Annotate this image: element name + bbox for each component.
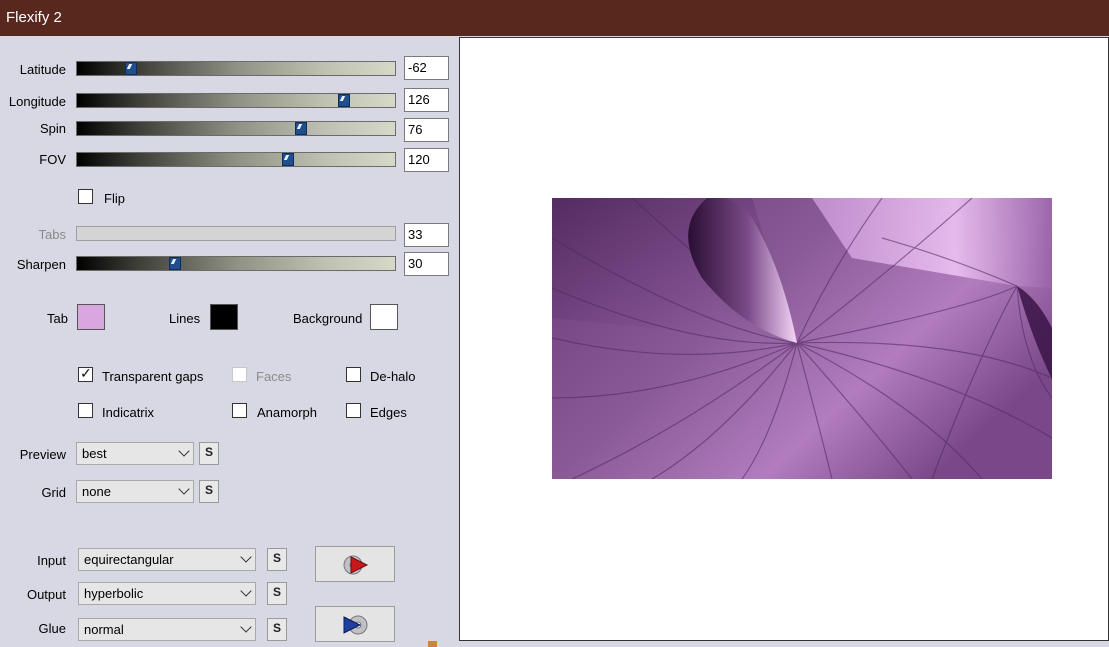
- preview-s-button[interactable]: S: [199, 442, 219, 465]
- lines-color-label: Lines: [169, 311, 201, 326]
- output-select-value: hyperbolic: [84, 586, 144, 601]
- spin-slider[interactable]: [76, 121, 396, 136]
- de-halo-label: De-halo: [370, 369, 416, 384]
- spin-label: Spin: [39, 121, 66, 136]
- grid-label: Grid: [41, 485, 66, 500]
- grid-s-button[interactable]: S: [199, 480, 219, 503]
- window-title: Flexify 2: [0, 0, 1109, 36]
- input-select-value: equirectangular: [84, 552, 174, 567]
- fov-label: FOV: [39, 152, 66, 167]
- transparent-gaps-label: Transparent gaps: [102, 369, 204, 384]
- grid-select-value: none: [82, 484, 111, 499]
- action-button-bottom[interactable]: [315, 606, 395, 642]
- de-halo-checkbox[interactable]: [346, 367, 361, 382]
- preview-label: Preview: [19, 447, 66, 462]
- fov-slider[interactable]: [76, 152, 396, 167]
- controls-panel: Latitude -62 Longitude 126 Spin 76 FOV 1…: [0, 36, 459, 647]
- tabs-label: Tabs: [38, 227, 66, 242]
- preview-image: [552, 198, 1052, 479]
- edges-label: Edges: [370, 405, 407, 420]
- chevron-down-icon: [240, 585, 252, 597]
- flip-label: Flip: [104, 191, 125, 206]
- fov-input[interactable]: 120: [404, 148, 449, 172]
- longitude-input[interactable]: 126: [404, 88, 449, 112]
- indicatrix-checkbox[interactable]: [78, 403, 93, 418]
- glue-select[interactable]: normal: [78, 618, 256, 641]
- longitude-slider[interactable]: [76, 93, 396, 108]
- chevron-down-icon: [240, 621, 252, 633]
- chevron-down-icon: [240, 551, 252, 563]
- play-red-icon: [343, 555, 369, 575]
- tabs-slider: [76, 226, 396, 241]
- tab-color-swatch[interactable]: [77, 304, 105, 330]
- background-color-label: Background: [293, 311, 363, 326]
- indicatrix-label: Indicatrix: [102, 405, 155, 420]
- tabs-input[interactable]: 33: [404, 223, 449, 247]
- output-label: Output: [26, 587, 66, 602]
- output-s-button[interactable]: S: [267, 582, 287, 605]
- fov-slider-thumb[interactable]: [282, 153, 294, 166]
- play-blue-icon: [343, 615, 368, 635]
- preview-pane[interactable]: [459, 37, 1109, 641]
- latitude-input[interactable]: -62: [404, 56, 449, 80]
- chevron-down-icon: [178, 445, 190, 457]
- tab-color-label: Tab: [47, 311, 68, 326]
- glue-s-button[interactable]: S: [267, 618, 287, 641]
- flip-checkbox[interactable]: [78, 189, 93, 204]
- background-color-swatch[interactable]: [370, 304, 398, 330]
- sharpen-input[interactable]: 30: [404, 252, 449, 276]
- input-s-button[interactable]: S: [267, 548, 287, 571]
- glue-label: Glue: [38, 621, 66, 636]
- latitude-slider-thumb[interactable]: [125, 62, 137, 75]
- longitude-label: Longitude: [8, 94, 66, 109]
- latitude-label: Latitude: [19, 62, 66, 77]
- spin-input[interactable]: 76: [404, 118, 449, 142]
- anamorph-label: Anamorph: [257, 405, 317, 420]
- output-select[interactable]: hyperbolic: [78, 582, 256, 605]
- lines-color-swatch[interactable]: [210, 304, 238, 330]
- grid-select[interactable]: none: [76, 480, 194, 503]
- checkmark-icon: ✓: [80, 365, 92, 381]
- input-select[interactable]: equirectangular: [78, 548, 256, 571]
- spin-slider-thumb[interactable]: [295, 122, 307, 135]
- transparent-gaps-checkbox[interactable]: ✓: [78, 365, 93, 382]
- chevron-down-icon: [178, 483, 190, 495]
- input-label: Input: [37, 553, 66, 568]
- resize-grip[interactable]: [428, 641, 437, 647]
- sharpen-slider[interactable]: [76, 256, 396, 271]
- anamorph-checkbox[interactable]: [232, 403, 247, 418]
- latitude-slider[interactable]: [76, 61, 396, 76]
- preview-select-value: best: [82, 446, 107, 461]
- glue-select-value: normal: [84, 622, 124, 637]
- sharpen-label: Sharpen: [16, 257, 66, 272]
- action-button-top[interactable]: [315, 546, 395, 582]
- preview-select[interactable]: best: [76, 442, 194, 465]
- edges-checkbox[interactable]: [346, 403, 361, 418]
- sharpen-slider-thumb[interactable]: [169, 257, 181, 270]
- longitude-slider-thumb[interactable]: [338, 94, 350, 107]
- faces-label: Faces: [256, 369, 292, 384]
- faces-checkbox: [232, 367, 247, 382]
